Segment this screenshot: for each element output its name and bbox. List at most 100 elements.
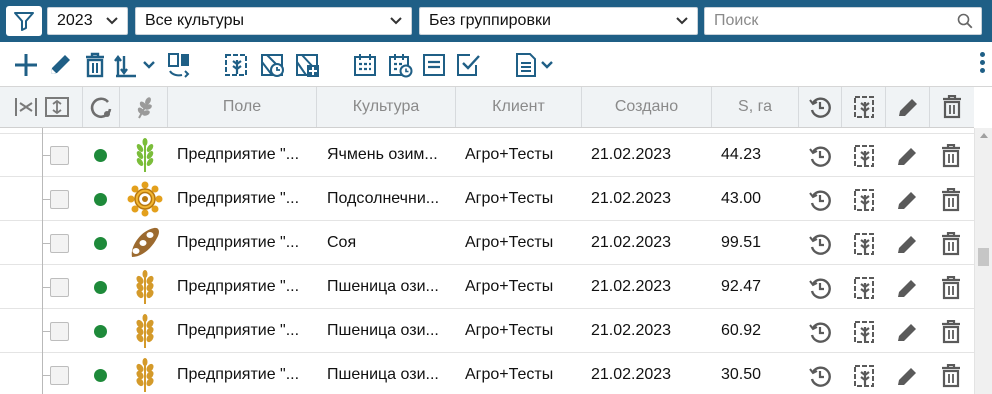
pencil-icon[interactable] xyxy=(893,230,921,258)
filter-bar: 2023 Все культуры Без группировки xyxy=(0,0,992,42)
add-button[interactable] xyxy=(12,50,40,80)
status-dot xyxy=(94,149,107,162)
plus-icon xyxy=(15,54,37,76)
crop-rotation-column-header xyxy=(842,87,886,127)
pencil-icon[interactable] xyxy=(893,186,921,214)
table-row[interactable]: Предприятие "... Пшеница ози... Агро+Тес… xyxy=(0,309,974,353)
cell-created: 21.02.2023 xyxy=(591,322,672,339)
wheat-icon xyxy=(136,314,154,348)
history-icon[interactable] xyxy=(806,318,834,346)
filter-icon[interactable] xyxy=(6,6,42,36)
cell-culture: Ячмень озим... xyxy=(327,146,438,163)
report-menu-button[interactable] xyxy=(514,50,558,80)
cell-field: Предприятие "... xyxy=(177,366,300,383)
trash-icon[interactable] xyxy=(937,230,965,258)
swap-button[interactable] xyxy=(165,50,193,80)
scroll-up-arrow-icon[interactable] xyxy=(979,131,989,139)
report-icon xyxy=(516,53,553,77)
row-checkbox[interactable] xyxy=(50,278,69,297)
column-field[interactable]: Поле xyxy=(168,87,317,127)
table-row[interactable]: Предприятие "... Соя Агро+Тесты 21.02.20… xyxy=(0,221,974,265)
pencil-icon[interactable] xyxy=(893,318,921,346)
cell-culture: Подсолнечни... xyxy=(327,190,440,207)
row-checkbox[interactable] xyxy=(50,146,69,165)
history-icon[interactable] xyxy=(806,362,834,390)
grouping-select[interactable]: Без группировки xyxy=(419,7,698,35)
field-crop-icon[interactable] xyxy=(850,318,878,346)
pencil-icon[interactable] xyxy=(893,362,921,390)
pencil-icon[interactable] xyxy=(893,142,921,170)
swap-icon xyxy=(168,53,190,78)
history-icon[interactable] xyxy=(806,186,834,214)
column-culture[interactable]: Культура xyxy=(317,87,456,127)
culture-select[interactable]: Все культуры xyxy=(135,7,412,35)
import-export-button[interactable] xyxy=(114,50,158,80)
table-body: Предприятие "... Ячмень озим... Агро+Тес… xyxy=(0,128,974,394)
trash-icon xyxy=(943,95,961,119)
table-header: Поле Культура Клиент Создано S, га xyxy=(0,87,974,128)
table-row[interactable]: Предприятие "... Подсолнечни... Агро+Тес… xyxy=(0,177,974,221)
column-culture-label: Культура xyxy=(352,98,420,115)
history-column-header xyxy=(799,87,842,127)
calendar-button[interactable] xyxy=(351,50,379,80)
schedule-button[interactable] xyxy=(386,50,414,80)
crop-rotation-button[interactable] xyxy=(222,50,250,80)
culture-select-value: Все культуры xyxy=(145,12,244,29)
trash-icon[interactable] xyxy=(937,362,965,390)
field-crop-icon[interactable] xyxy=(850,230,878,258)
cell-created: 21.02.2023 xyxy=(591,190,672,207)
checkbox-check-icon xyxy=(457,54,480,76)
trash-icon[interactable] xyxy=(937,142,965,170)
crop-column-header[interactable] xyxy=(120,87,168,127)
table-row[interactable]: Предприятие "... Пшеница ози... Агро+Тес… xyxy=(0,353,974,394)
field-crop-icon[interactable] xyxy=(850,362,878,390)
history-icon[interactable] xyxy=(806,230,834,258)
column-client[interactable]: Клиент xyxy=(456,87,582,127)
trash-icon[interactable] xyxy=(937,186,965,214)
field-history-button[interactable] xyxy=(258,50,286,80)
status-column-header[interactable] xyxy=(83,87,120,127)
field-crop-icon[interactable] xyxy=(850,186,878,214)
vertical-scrollbar[interactable] xyxy=(974,128,992,394)
field-crop-icon xyxy=(225,54,247,76)
row-checkbox[interactable] xyxy=(50,322,69,341)
column-area[interactable]: S, га xyxy=(712,87,799,127)
trash-icon[interactable] xyxy=(937,318,965,346)
cell-client: Агро+Тесты xyxy=(465,234,554,251)
search-input[interactable] xyxy=(705,8,945,34)
status-dot xyxy=(94,237,107,250)
more-options-icon[interactable] xyxy=(978,52,986,78)
edit-button[interactable] xyxy=(46,50,74,80)
wheat-icon xyxy=(136,358,154,392)
cell-culture: Пшеница ози... xyxy=(327,366,439,383)
approve-button[interactable] xyxy=(454,50,482,80)
field-crop-icon[interactable] xyxy=(850,274,878,302)
table-row[interactable]: Предприятие "... Пшеница ози... Агро+Тес… xyxy=(0,265,974,309)
expand-collapse-all-button[interactable] xyxy=(0,87,83,127)
table-row[interactable]: Предприятие "... Ячмень озим... Агро+Тес… xyxy=(0,133,974,177)
row-checkbox[interactable] xyxy=(50,234,69,253)
list-icon xyxy=(423,54,445,76)
delete-button[interactable] xyxy=(81,50,109,80)
history-icon[interactable] xyxy=(806,142,834,170)
cell-area: 92.47 xyxy=(721,278,762,295)
barley-icon xyxy=(136,138,154,172)
row-checkbox[interactable] xyxy=(50,190,69,209)
list-button[interactable] xyxy=(420,50,448,80)
cell-client: Агро+Тесты xyxy=(465,190,554,207)
field-crop-icon[interactable] xyxy=(850,142,878,170)
search-icon[interactable] xyxy=(957,13,973,29)
year-select[interactable]: 2023 xyxy=(47,7,128,35)
history-icon[interactable] xyxy=(806,274,834,302)
column-created[interactable]: Создано xyxy=(582,87,712,127)
add-field-button[interactable] xyxy=(293,50,321,80)
cell-field: Предприятие "... xyxy=(177,234,300,251)
scrollbar-thumb[interactable] xyxy=(978,248,989,266)
row-checkbox[interactable] xyxy=(50,366,69,385)
pencil-icon[interactable] xyxy=(893,274,921,302)
cell-area: 60.92 xyxy=(721,322,762,339)
column-created-label: Создано xyxy=(614,98,679,115)
column-area-label: S, га xyxy=(738,98,772,115)
cell-created: 21.02.2023 xyxy=(591,146,672,163)
trash-icon[interactable] xyxy=(937,274,965,302)
